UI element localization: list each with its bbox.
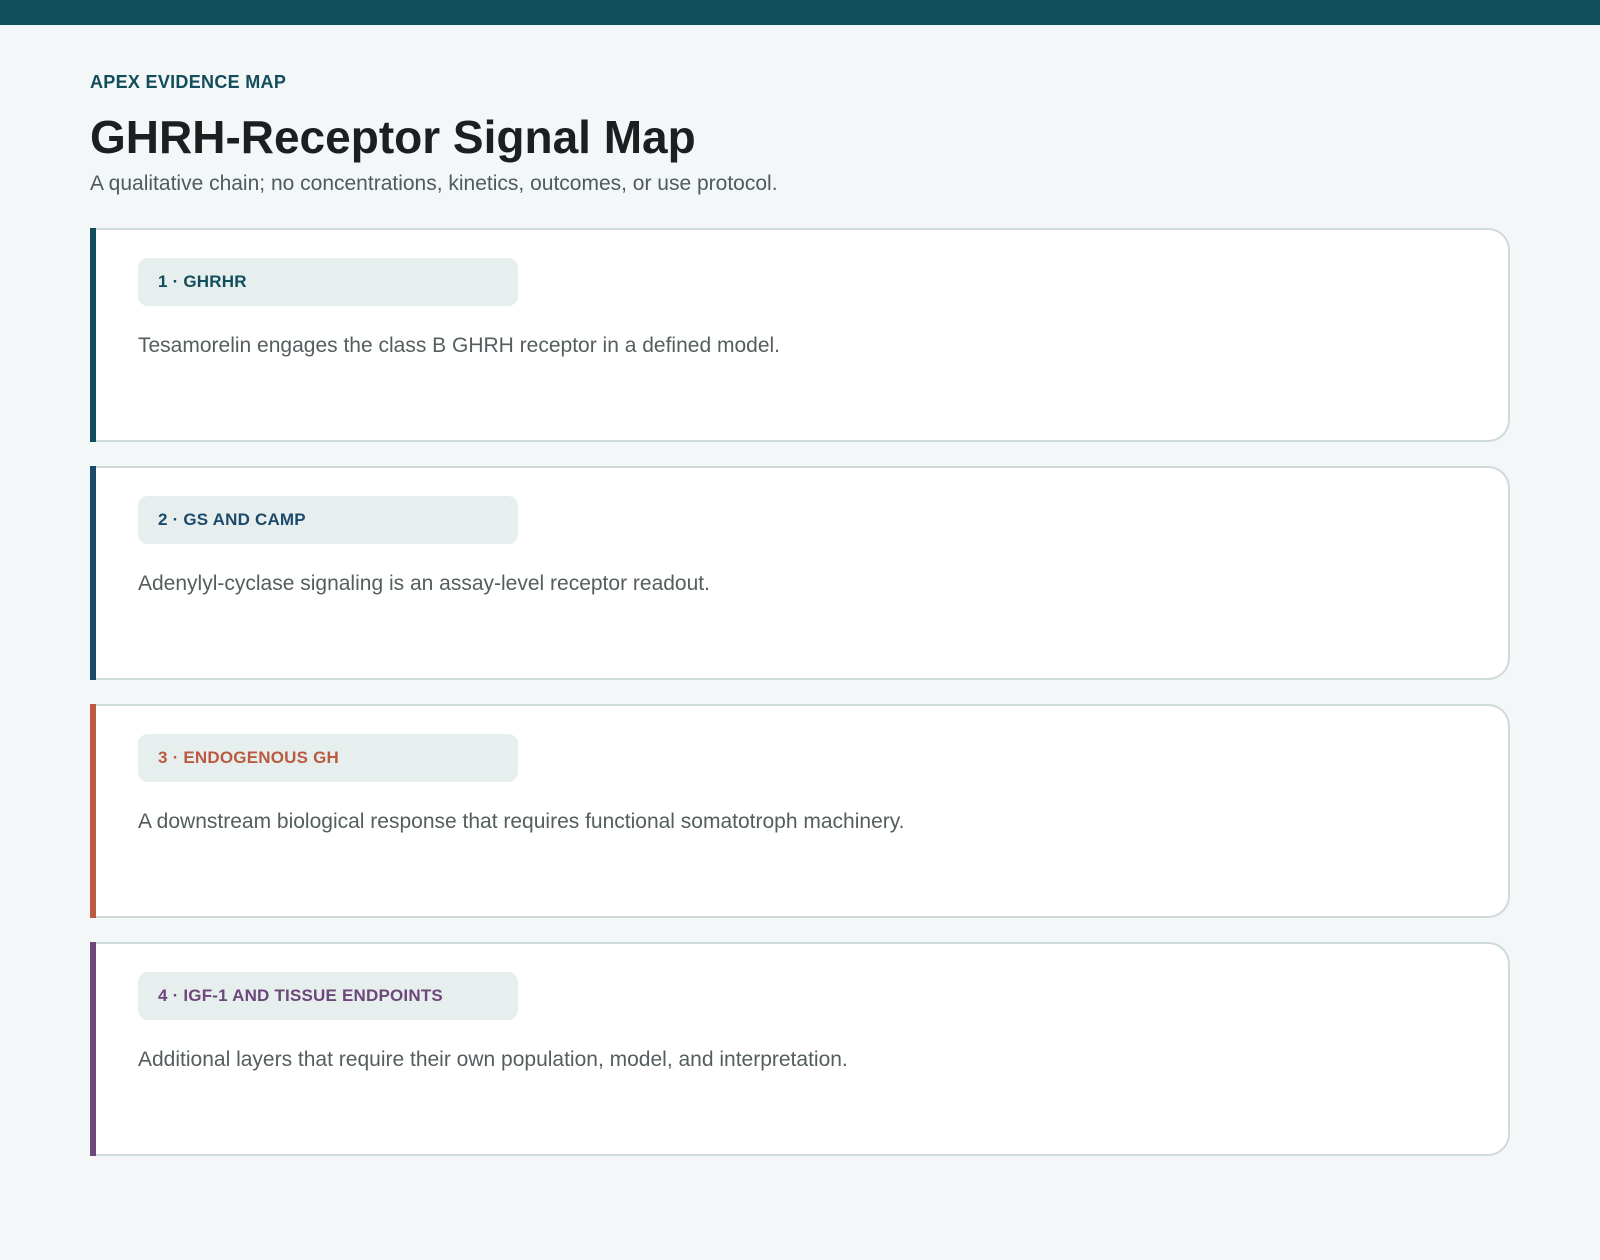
step-label: 2 · GS AND CAMP [138,496,518,544]
step-description: A downstream biological response that re… [138,810,905,833]
step-description: Adenylyl-cyclase signaling is an assay-l… [138,572,710,595]
step-card-body: 3 · ENDOGENOUS GH A downstream biologica… [96,704,1510,918]
step-description: Additional layers that require their own… [138,1048,848,1071]
step-label: 1 · GHRHR [138,258,518,306]
step-card-endogenous-gh: 3 · ENDOGENOUS GH A downstream biologica… [90,704,1510,918]
step-card-igf1-tissue: 4 · IGF-1 AND TISSUE ENDPOINTS Additiona… [90,942,1510,1156]
page-title: GHRH-Receptor Signal Map [90,111,696,163]
top-banner [0,0,1600,25]
signal-chain: 1 · GHRHR Tesamorelin engages the class … [90,228,1510,1180]
step-description: Tesamorelin engages the class B GHRH rec… [138,334,780,357]
page-header: APEX EVIDENCE MAP GHRH-Receptor Signal M… [90,70,778,198]
eyebrow-label: APEX EVIDENCE MAP [90,72,287,92]
step-label: 4 · IGF-1 AND TISSUE ENDPOINTS [138,972,518,1020]
step-card-body: 1 · GHRHR Tesamorelin engages the class … [96,228,1510,442]
step-card-ghrhr: 1 · GHRHR Tesamorelin engages the class … [90,228,1510,442]
step-card-gs-camp: 2 · GS AND CAMP Adenylyl-cyclase signali… [90,466,1510,680]
step-card-body: 2 · GS AND CAMP Adenylyl-cyclase signali… [96,466,1510,680]
page-subtitle: A qualitative chain; no concentrations, … [90,172,778,195]
step-card-body: 4 · IGF-1 AND TISSUE ENDPOINTS Additiona… [96,942,1510,1156]
step-label: 3 · ENDOGENOUS GH [138,734,518,782]
